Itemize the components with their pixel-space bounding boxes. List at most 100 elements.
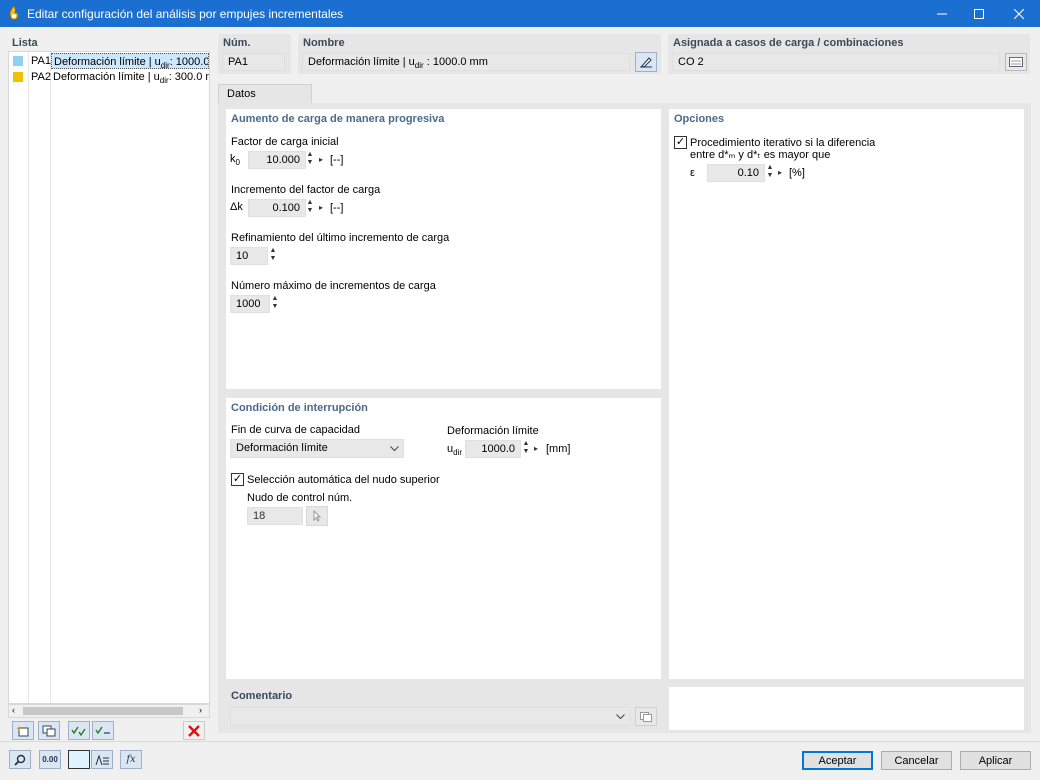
options-title: Opciones: [674, 113, 725, 125]
max-increments-input[interactable]: 1000: [230, 295, 270, 313]
copy-item-button[interactable]: [38, 721, 60, 740]
epsilon-input[interactable]: 0.10: [707, 164, 765, 182]
ok-button[interactable]: Aceptar: [802, 751, 873, 770]
cancel-button[interactable]: Cancelar: [881, 751, 952, 770]
epsilon-menu-icon[interactable]: ▸: [776, 164, 784, 182]
capacity-end-label: Fin de curva de capacidad: [231, 424, 361, 436]
interruption-panel: Condición de interrupción Fin de curva d…: [226, 398, 661, 679]
chevron-down-icon: [390, 446, 399, 452]
copy-icon: [640, 711, 652, 722]
maximize-button[interactable]: [962, 0, 996, 27]
epsilon-unit: [%]: [789, 167, 805, 179]
max-increments-label: Número máximo de incrementos de carga: [231, 280, 436, 292]
options-panel: Opciones ✓ Procedimiento iterativo si la…: [669, 109, 1024, 679]
list-item[interactable]: PA1 Deformación límite | udir: 1000.0 mm: [9, 53, 209, 69]
increment-label: Incremento del factor de carga: [231, 184, 381, 196]
edit-name-button[interactable]: [635, 52, 657, 72]
assigned-field[interactable]: CO 2: [672, 53, 1000, 71]
increment-symbol: Δk: [230, 201, 243, 213]
check-all-button[interactable]: [68, 721, 90, 740]
close-icon: [1014, 8, 1024, 19]
tab-datos-principales[interactable]: Datos principales: [218, 84, 312, 118]
search-icon: [14, 754, 26, 766]
title-bar: Editar configuración del análisis por em…: [0, 0, 1040, 27]
cursor-pick-icon: [313, 510, 322, 522]
increment-input[interactable]: 0.100: [248, 199, 306, 217]
assign-select-button[interactable]: [1005, 53, 1027, 71]
increment-spinner[interactable]: ▲ ▼: [305, 199, 315, 217]
horizontal-scrollbar[interactable]: ‹ ›: [8, 704, 210, 718]
uncheck-icon: [95, 726, 110, 734]
initial-factor-spinner[interactable]: ▲ ▼: [305, 151, 315, 169]
comment-input[interactable]: [230, 707, 630, 726]
list-item-id: PA1: [31, 55, 51, 67]
limit-def-spinner[interactable]: ▲ ▼: [521, 440, 531, 458]
initial-factor-label: Factor de carga inicial: [231, 136, 339, 148]
comment-label: Comentario: [231, 690, 293, 702]
display-icon: [95, 753, 109, 765]
epsilon-symbol: ε: [690, 167, 695, 179]
list-item-label: Deformación límite | udir: 300.0 mm: [53, 71, 209, 86]
window-title: Editar configuración del análisis por em…: [27, 7, 344, 21]
table-select-icon: [1009, 57, 1023, 67]
auto-select-checkbox[interactable]: ✓: [231, 473, 244, 486]
initial-factor-input[interactable]: 10.000: [248, 151, 306, 169]
delete-icon: [188, 724, 200, 737]
list-header: Lista: [12, 37, 38, 49]
epsilon-spinner[interactable]: ▲ ▼: [765, 164, 775, 182]
decimal-button[interactable]: 0.00: [39, 750, 61, 769]
color-swatch: [13, 56, 23, 66]
pick-node-button[interactable]: [306, 506, 328, 526]
close-button[interactable]: [1002, 0, 1036, 27]
scrollbar-thumb[interactable]: [23, 707, 183, 715]
max-increments-spinner[interactable]: ▲ ▼: [270, 295, 280, 313]
copy-item-icon: [42, 725, 56, 736]
name-label: Nombre: [303, 37, 345, 49]
comment-panel: Comentario: [226, 687, 661, 730]
refinement-spinner[interactable]: ▲ ▼: [268, 247, 278, 265]
edit-pencil-icon: [640, 57, 652, 68]
list-item-label: Deformación límite | udir: 1000.0 mm: [51, 53, 209, 69]
scroll-left-icon[interactable]: ‹: [12, 705, 15, 715]
iterative-checkbox[interactable]: ✓: [674, 136, 687, 149]
comment-library-button[interactable]: [635, 707, 657, 726]
control-node-input: 18: [247, 507, 303, 525]
search-button[interactable]: [9, 750, 31, 769]
initial-factor-unit: [--]: [330, 154, 344, 166]
limit-def-label: Deformación límite: [447, 425, 539, 437]
number-label: Núm.: [223, 37, 251, 49]
app-logo-icon: [9, 5, 19, 20]
list-item[interactable]: PA2 Deformación límite | udir: 300.0 mm: [9, 69, 209, 85]
iterative-label: Procedimiento iterativo si la diferencia…: [690, 137, 876, 161]
limit-def-input[interactable]: 1000.0: [465, 440, 521, 458]
comment-side-panel: [669, 687, 1024, 730]
number-field[interactable]: PA1: [222, 53, 285, 71]
display-button[interactable]: [91, 750, 113, 769]
maximize-icon: [974, 8, 984, 19]
color-swatch: [13, 72, 23, 82]
formula-button[interactable]: f𝑥: [120, 750, 142, 769]
initial-factor-menu-icon[interactable]: ▸: [317, 151, 325, 169]
capacity-end-select[interactable]: Deformación límite: [230, 439, 404, 458]
check-all-icon: [71, 726, 86, 736]
scroll-right-icon[interactable]: ›: [199, 705, 202, 715]
uncheck-button[interactable]: [92, 721, 114, 740]
list-item-id: PA2: [31, 71, 51, 83]
initial-factor-symbol: k0: [230, 153, 240, 168]
name-field[interactable]: Deformación límite | udir : 1000.0 mm: [302, 53, 630, 71]
limit-def-menu-icon[interactable]: ▸: [532, 440, 540, 458]
minimize-icon: [937, 13, 947, 14]
formula-icon: f𝑥: [126, 754, 136, 765]
list-box[interactable]: PA1 Deformación límite | udir: 1000.0 mm…: [8, 51, 210, 704]
increment-unit: [--]: [330, 202, 344, 214]
svg-text:✦: ✦: [16, 725, 22, 733]
delete-button[interactable]: [183, 721, 205, 740]
minimize-button[interactable]: [925, 0, 959, 27]
refinement-input[interactable]: 10: [230, 247, 268, 265]
color-button[interactable]: [68, 750, 90, 769]
apply-button[interactable]: Aplicar: [960, 751, 1031, 770]
increment-menu-icon[interactable]: ▸: [317, 199, 325, 217]
number-group: Núm. PA1: [218, 34, 291, 74]
control-node-label: Nudo de control núm.: [247, 492, 353, 504]
new-item-button[interactable]: ✦: [12, 721, 34, 740]
